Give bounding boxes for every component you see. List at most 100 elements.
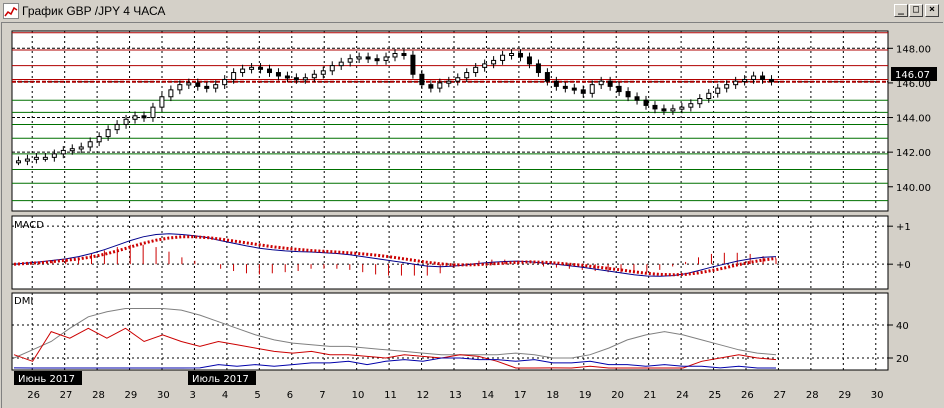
candle-body [688,103,694,108]
candle-body [293,77,299,81]
candle-body [446,80,452,84]
candle-body [509,53,515,56]
candle-body [401,53,407,56]
candle-body [213,84,219,89]
candle-body [733,80,739,86]
x-tick-label: 6 [287,390,293,401]
candle-body [60,149,66,155]
price-tick-label: 140.00 [896,183,931,194]
x-tick-label: 29 [125,390,138,401]
dmi-tick-label: 20 [896,354,909,365]
candle-body [643,99,649,106]
candle-body [661,108,667,112]
x-tick-label: 19 [579,390,592,401]
candle-body [652,104,658,110]
candle-body [518,53,524,58]
price-tick-label: 142.00 [896,148,931,159]
candle-body [670,108,676,112]
x-tick-label: 10 [352,390,365,401]
candle-body [284,75,290,79]
candle-body [159,96,165,108]
candle-body [526,56,532,65]
candle-body [724,84,730,89]
candle-body [42,156,48,160]
candle-body [356,56,362,60]
candle-body [51,153,57,158]
candle-body [186,82,192,86]
candle-body [302,77,308,81]
month-marker-june: Июнь 2017 [18,374,75,385]
candle-body [589,84,595,94]
candle-body [87,141,93,148]
candle-body [275,72,281,77]
candle-body [365,56,371,60]
dmi-label: DMI [14,296,33,307]
candle-body [78,146,84,150]
candle-body [114,123,120,131]
candle-body [168,89,174,98]
current-price-value: 146.07 [895,70,930,81]
candle-body [69,148,75,152]
candle-body [715,87,721,94]
macd-label: MACD [14,220,44,231]
candle-body [24,158,30,162]
candle-body [482,63,488,68]
candle-body [141,115,147,119]
candle-body [222,78,228,86]
x-tick-label: 20 [611,390,624,401]
candle-body [625,91,631,98]
candle-body [751,75,757,80]
candle-body [123,118,129,125]
candle-body [607,80,613,87]
candle-body [249,66,255,70]
candle-body [383,56,389,61]
candle-body [33,156,39,160]
x-tick-label: 27 [773,390,786,401]
candle-body [760,75,766,80]
candle-body [204,85,210,89]
price-panel[interactable] [11,30,889,212]
candle-body [598,80,604,86]
candle-body [473,66,479,74]
x-tick-label: 27 [60,390,73,401]
candle-body [437,82,443,89]
candle-body [742,78,748,82]
candle-body [338,61,344,67]
x-tick-label: 30 [157,390,170,401]
x-tick-label: 17 [514,390,527,401]
x-tick-label: 28 [92,390,105,401]
x-tick-label: 25 [709,390,722,401]
candle-body [105,129,111,138]
candle-body [96,136,102,143]
x-tick-label: 13 [449,390,462,401]
candle-body [329,65,335,72]
candle-body [544,72,550,82]
candle-body [562,85,568,89]
candle-body [177,84,183,91]
x-tick-label: 26 [27,390,40,401]
candle-body [231,72,237,80]
x-tick-label: 29 [838,390,851,401]
candle-body [410,54,416,75]
candle-body [634,96,640,101]
macd-tick-label: +1 [896,222,911,233]
candle-body [347,58,353,63]
chart-canvas[interactable]: 26 27 28 29 30 3 4 5 6 7 10 11 12 13 14 17 18 19 20 21 24 25 2… [0,0,944,408]
candle-body [769,78,775,82]
x-tick-label: 11 [384,390,397,401]
candle-body [374,58,380,62]
candle-body [679,106,685,110]
macd-tick-label: +0 [896,260,911,271]
x-tick-label: 5 [254,390,260,401]
candle-body [15,160,21,164]
x-tick-label: 7 [319,390,325,401]
x-tick-label: 3 [189,390,195,401]
candle-body [240,68,246,74]
candle-body [491,59,497,65]
x-tick-label: 26 [741,390,754,401]
candle-body [535,63,541,74]
x-tick-label: 18 [546,390,559,401]
price-tick-label: 148.00 [896,44,931,55]
candle-body [553,80,559,87]
x-tick-label: 4 [222,390,228,401]
